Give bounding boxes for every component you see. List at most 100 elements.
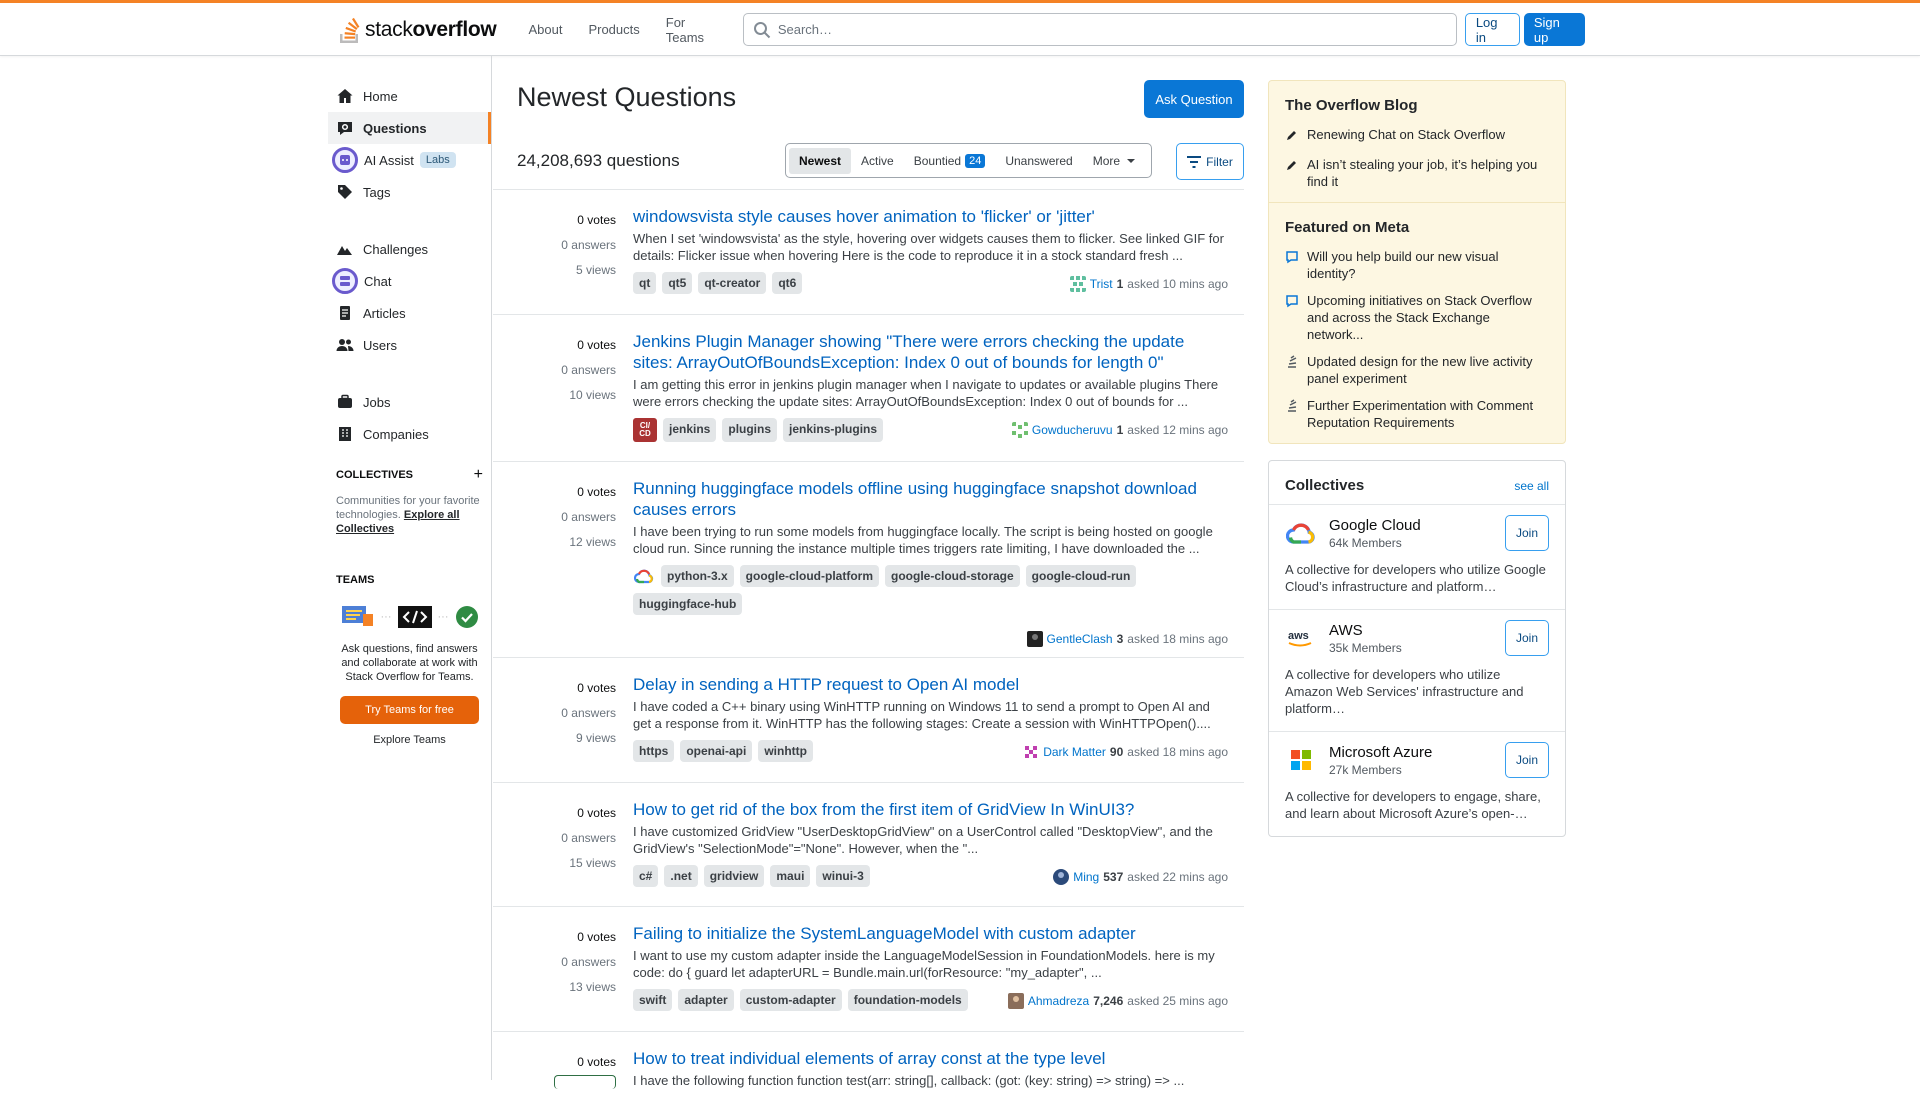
ask-question-button[interactable]: Ask Question bbox=[1144, 80, 1244, 118]
tag[interactable]: huggingface-hub bbox=[633, 593, 743, 615]
tag[interactable]: gridview bbox=[703, 865, 765, 887]
blog-item[interactable]: AI isn’t stealing your job, it’s helping… bbox=[1269, 152, 1565, 202]
see-all-link[interactable]: see all bbox=[1514, 479, 1549, 493]
asked-time[interactable]: asked 22 mins ago bbox=[1127, 870, 1228, 884]
blog-item-link[interactable]: Renewing Chat on Stack Overflow bbox=[1307, 126, 1505, 146]
asked-time[interactable]: asked 10 mins ago bbox=[1127, 277, 1228, 291]
tag[interactable]: c# bbox=[633, 865, 659, 887]
sidebar-item-chat[interactable]: Chat bbox=[328, 265, 491, 297]
join-button[interactable]: Join bbox=[1505, 620, 1549, 656]
meta-item[interactable]: Updated design for the new live activity… bbox=[1269, 349, 1565, 393]
google-cloud-icon[interactable] bbox=[633, 565, 655, 587]
user-avatar[interactable] bbox=[1011, 422, 1028, 438]
sidebar-item-questions[interactable]: Questions bbox=[328, 112, 491, 144]
meta-item-link[interactable]: Will you help build our new visual ident… bbox=[1307, 248, 1549, 282]
blog-item-link[interactable]: AI isn’t stealing your job, it’s helping… bbox=[1307, 156, 1549, 190]
user-avatar[interactable] bbox=[1023, 744, 1040, 760]
collective-name[interactable]: AWS bbox=[1329, 622, 1402, 639]
filter-button[interactable]: Filter bbox=[1176, 143, 1244, 180]
meta-item[interactable]: Further Experimentation with Comment Rep… bbox=[1269, 393, 1565, 443]
question-title-link[interactable]: How to treat individual elements of arra… bbox=[633, 1048, 1228, 1069]
collective-name[interactable]: Microsoft Azure bbox=[1329, 744, 1432, 761]
user-avatar[interactable] bbox=[1053, 869, 1070, 885]
tag[interactable]: custom-adapter bbox=[739, 989, 842, 1011]
tag[interactable]: adapter bbox=[678, 989, 734, 1011]
try-teams-button[interactable]: Try Teams for free bbox=[340, 696, 479, 724]
user-name-link[interactable]: Ahmadreza bbox=[1028, 994, 1089, 1008]
question-title-link[interactable]: Running huggingface models offline using… bbox=[633, 478, 1228, 520]
tag[interactable]: swift bbox=[633, 989, 673, 1011]
tag[interactable]: qt bbox=[633, 272, 657, 294]
tag[interactable]: foundation-models bbox=[847, 989, 968, 1011]
meta-item-link[interactable]: Upcoming initiatives on Stack Overflow a… bbox=[1307, 292, 1549, 343]
tag[interactable]: jenkins bbox=[663, 418, 717, 442]
question-title-link[interactable]: Delay in sending a HTTP request to Open … bbox=[633, 674, 1228, 695]
asked-time[interactable]: asked 25 mins ago bbox=[1127, 994, 1228, 1008]
asked-time[interactable]: asked 12 mins ago bbox=[1127, 423, 1228, 437]
meta-item-link[interactable]: Further Experimentation with Comment Rep… bbox=[1307, 397, 1549, 431]
tag[interactable]: maui bbox=[770, 865, 811, 887]
collective-name[interactable]: Google Cloud bbox=[1329, 517, 1421, 534]
explore-teams-link[interactable]: Explore Teams bbox=[328, 734, 491, 746]
question-title-link[interactable]: Jenkins Plugin Manager showing "There we… bbox=[633, 331, 1228, 373]
nav-products[interactable]: Products bbox=[576, 16, 651, 43]
tag[interactable]: python-3.x bbox=[661, 565, 734, 587]
join-button[interactable]: Join bbox=[1505, 515, 1549, 551]
tab-newest[interactable]: Newest bbox=[789, 147, 852, 174]
user-avatar[interactable] bbox=[1069, 276, 1086, 292]
tag[interactable]: qt6 bbox=[772, 272, 803, 294]
sidebar-item-articles[interactable]: Articles bbox=[328, 297, 491, 329]
join-button[interactable]: Join bbox=[1505, 742, 1549, 778]
sidebar-item-tags[interactable]: Tags bbox=[328, 176, 491, 208]
microsoft-azure-logo-icon[interactable] bbox=[1285, 744, 1317, 776]
login-button[interactable]: Log in bbox=[1464, 13, 1520, 46]
tag[interactable]: winui-3 bbox=[816, 865, 870, 887]
tag[interactable]: openai-api bbox=[680, 740, 753, 762]
sidebar-item-challenges[interactable]: Challenges bbox=[328, 233, 491, 265]
search-input[interactable]: Search… bbox=[742, 13, 1457, 46]
meta-item[interactable]: Will you help build our new visual ident… bbox=[1269, 244, 1565, 288]
tag[interactable]: https bbox=[633, 740, 675, 762]
aws-logo-icon[interactable]: aws bbox=[1285, 622, 1317, 654]
tag[interactable]: winhttp bbox=[758, 740, 813, 762]
stackoverflow-logo[interactable]: stackoverflow bbox=[330, 3, 504, 56]
question-title-link[interactable]: windowsvista style causes hover animatio… bbox=[633, 206, 1228, 227]
tag[interactable]: google-cloud-storage bbox=[885, 565, 1020, 587]
question-title-link[interactable]: How to get rid of the box from the first… bbox=[633, 799, 1228, 820]
user-name-link[interactable]: Trist bbox=[1090, 277, 1113, 291]
tag[interactable]: plugins bbox=[722, 418, 778, 442]
nav-for-teams[interactable]: For Teams bbox=[654, 9, 735, 51]
sidebar-item-companies[interactable]: Companies bbox=[328, 418, 491, 450]
tab-active[interactable]: Active bbox=[851, 148, 904, 174]
question-title-link[interactable]: Failing to initialize the SystemLanguage… bbox=[633, 923, 1228, 944]
google-cloud-logo-icon[interactable] bbox=[1285, 517, 1317, 549]
tag[interactable]: .net bbox=[664, 865, 698, 887]
tag[interactable]: qt-creator bbox=[698, 272, 767, 294]
sidebar-item-jobs[interactable]: Jobs bbox=[328, 386, 491, 418]
user-name-link[interactable]: Gowducheruvu bbox=[1032, 423, 1113, 437]
plus-icon[interactable]: + bbox=[474, 466, 483, 484]
asked-time[interactable]: asked 18 mins ago bbox=[1127, 632, 1228, 646]
ci-cd-collective-icon[interactable]: CI/CD bbox=[633, 418, 657, 442]
user-name-link[interactable]: Dark Matter bbox=[1043, 745, 1106, 759]
asked-time[interactable]: asked 18 mins ago bbox=[1127, 745, 1228, 759]
tag[interactable]: qt5 bbox=[662, 272, 693, 294]
meta-item-link[interactable]: Updated design for the new live activity… bbox=[1307, 353, 1549, 387]
meta-item[interactable]: Upcoming initiatives on Stack Overflow a… bbox=[1269, 288, 1565, 349]
sidebar-item-ai-assist[interactable]: AI Assist Labs bbox=[328, 144, 491, 176]
sidebar-item-home[interactable]: Home bbox=[328, 80, 491, 112]
tab-bountied[interactable]: Bountied 24 bbox=[904, 148, 996, 174]
tag[interactable]: jenkins-plugins bbox=[783, 418, 884, 442]
user-name-link[interactable]: Ming bbox=[1073, 870, 1099, 884]
tab-more[interactable]: More bbox=[1083, 148, 1148, 174]
user-name-link[interactable]: GentleClash bbox=[1047, 632, 1113, 646]
sidebar-item-users[interactable]: Users bbox=[328, 329, 491, 361]
nav-about[interactable]: About bbox=[516, 16, 574, 43]
user-avatar[interactable] bbox=[1026, 631, 1043, 647]
user-avatar[interactable] bbox=[1007, 993, 1024, 1009]
blog-item[interactable]: Renewing Chat on Stack Overflow bbox=[1269, 122, 1565, 152]
signup-button[interactable]: Sign up bbox=[1523, 13, 1585, 46]
tab-unanswered[interactable]: Unanswered bbox=[995, 148, 1082, 174]
tag[interactable]: google-cloud-platform bbox=[739, 565, 879, 587]
tag[interactable]: google-cloud-run bbox=[1025, 565, 1137, 587]
